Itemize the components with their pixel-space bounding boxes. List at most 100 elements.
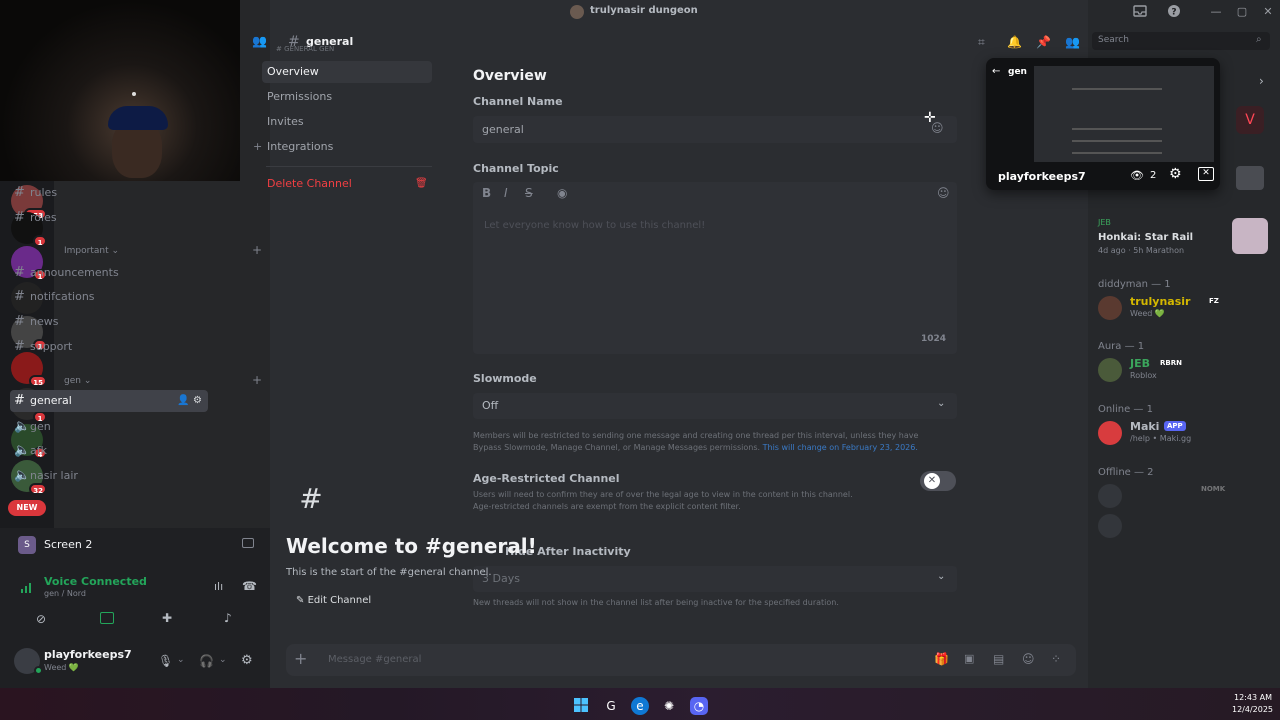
stream-thumbnail — [1034, 66, 1214, 162]
settings-nav-invites[interactable]: Invites — [262, 111, 432, 133]
topic-char-count: 1024 — [921, 334, 947, 344]
start-icon[interactable] — [572, 697, 590, 715]
microphone-icon[interactable]: 🎙 — [158, 654, 173, 668]
bold-icon[interactable]: B — [482, 186, 491, 200]
stream-preview-popup[interactable]: ← gen playforkeeps7 👁 2 ⚙ ✕ — [986, 58, 1220, 190]
channel-name-input[interactable]: general ☺ — [473, 116, 957, 143]
activity-title[interactable]: Honkai: Star Rail — [1098, 232, 1193, 243]
settings-nav-permissions[interactable]: Permissions — [262, 86, 432, 108]
sticker-icon[interactable]: ▤ — [993, 652, 1004, 666]
member-row[interactable]: NOMK — [1094, 482, 1274, 510]
add-attachment-icon[interactable]: + — [294, 649, 307, 668]
member-row[interactable]: Maki APP/help • Maki.gg — [1094, 419, 1274, 447]
channel-support[interactable]: # support — [10, 336, 208, 358]
user-settings-gear-icon[interactable]: ⚙ — [241, 653, 253, 668]
welcome-title: Welcome to #general! — [286, 534, 537, 558]
inactivity-select[interactable]: 3 Days ⌄ — [473, 566, 957, 592]
slowmode-change-link[interactable]: This will change on February 23, 2026. — [763, 443, 918, 452]
hash-icon: # — [14, 393, 25, 408]
delete-channel-button[interactable]: Delete Channel — [262, 173, 432, 195]
member-row[interactable]: JEB RBRN Roblox — [1094, 356, 1274, 384]
channel-name-value: general — [482, 123, 524, 136]
edit-channel-button[interactable]: ✎ Edit Channel — [296, 595, 371, 606]
threads-icon[interactable]: ⌗ — [978, 35, 985, 50]
voice-channel-afk[interactable]: 🔈 afk — [10, 440, 208, 462]
member-list-icon[interactable]: 👥 — [1065, 35, 1080, 49]
members-icon[interactable]: 👥 — [252, 34, 267, 48]
minimize-icon[interactable]: — — [1208, 4, 1224, 20]
channel-notifcations[interactable]: # notifcations — [10, 286, 208, 308]
game-icon[interactable]: V — [1236, 106, 1264, 134]
channel-news[interactable]: # news — [10, 311, 208, 333]
member-row[interactable]: trulynasir FZ Weed 💚 — [1094, 294, 1274, 322]
voice-channel-gen[interactable]: 🔈 gen — [10, 416, 208, 438]
category-important[interactable]: Important ⌄ — [64, 246, 119, 256]
back-arrow-icon[interactable]: ← — [992, 66, 1000, 77]
chatgpt-icon[interactable]: ✺ — [660, 697, 678, 715]
channel-roles[interactable]: # roles — [10, 207, 208, 229]
noise-suppression-icon[interactable]: ılı — [214, 580, 223, 593]
chevron-down-icon[interactable]: ⌄ — [219, 655, 227, 665]
help-icon[interactable]: ? — [1166, 4, 1182, 20]
edge-icon[interactable]: e — [631, 697, 649, 715]
username[interactable]: playforkeeps7 — [44, 648, 132, 661]
voice-channel-nasir-lair[interactable]: 🔈 nasir lair — [10, 465, 208, 487]
italic-icon[interactable]: I — [504, 186, 508, 200]
activities-icon[interactable]: ✚ — [162, 611, 172, 625]
category-gen[interactable]: gen ⌄ — [64, 376, 91, 386]
bell-icon[interactable]: 🔔 — [1007, 35, 1022, 49]
search-box[interactable]: Search ⌕ — [1092, 32, 1270, 50]
pencil-icon: ✎ — [296, 595, 308, 606]
pin-icon[interactable]: 📌 — [1036, 35, 1051, 49]
disconnect-icon[interactable]: ☎ — [242, 579, 257, 593]
new-servers-pill[interactable]: NEW — [8, 500, 46, 516]
channel-rules[interactable]: # rules — [10, 182, 208, 204]
g-hub-icon[interactable]: G — [602, 697, 620, 715]
member-status: /help • Maki.gg — [1130, 434, 1192, 443]
add-channel-icon[interactable]: + — [252, 243, 262, 257]
webcam-overlay — [0, 0, 240, 181]
voice-status: Voice Connected — [44, 575, 147, 588]
mention-badge: 15 — [29, 375, 47, 387]
message-composer[interactable]: + Message #general 🎁 ▣ ▤ ☺ ⁘ — [286, 644, 1076, 676]
emoji-icon[interactable]: ☺ — [937, 186, 950, 200]
channel-general[interactable]: # general 👤 ⚙ — [10, 390, 208, 412]
strikethrough-icon[interactable]: S — [525, 186, 533, 200]
channel-topic-input[interactable]: B I S ◉ ☺ Let everyone know how to use t… — [473, 182, 957, 354]
stop-stream-icon[interactable]: ✕ — [1198, 167, 1214, 181]
gear-icon[interactable]: ⚙ — [193, 395, 202, 406]
settings-nav-overview[interactable]: Overview — [262, 61, 432, 83]
inbox-icon[interactable] — [1132, 4, 1148, 20]
spoiler-icon[interactable]: ◉ — [557, 186, 567, 200]
webcam-light — [132, 92, 136, 96]
close-icon[interactable]: ✕ — [1260, 4, 1276, 20]
gift-icon[interactable]: 🎁 — [934, 652, 949, 666]
slowmode-select[interactable]: Off ⌄ — [473, 393, 957, 419]
channel-announcements[interactable]: # announcements — [10, 262, 208, 284]
member-row[interactable] — [1094, 512, 1274, 540]
settings-nav-integrations[interactable]: Integrations — [262, 136, 432, 158]
invite-icon[interactable]: 👤 — [177, 395, 189, 406]
screen-share-active-icon[interactable] — [100, 612, 114, 624]
chevron-down-icon[interactable]: ⌄ — [177, 655, 185, 665]
speaker-icon: 🔈 — [14, 419, 31, 434]
voice-channel-name[interactable]: gen / Nord — [44, 589, 86, 598]
gif-icon[interactable]: ▣ — [964, 652, 974, 665]
roblox-icon[interactable] — [1236, 166, 1264, 190]
chevron-right-icon[interactable]: › — [1259, 74, 1264, 88]
channel-actions: 👤 ⚙ — [177, 390, 202, 412]
camera-off-icon[interactable]: ⊘ — [36, 612, 46, 626]
chevron-down-icon: ⌄ — [83, 376, 92, 386]
age-restricted-toggle[interactable]: ✕ — [920, 471, 956, 491]
chevron-down-icon: ⌄ — [937, 398, 946, 409]
apps-icon[interactable]: ⁘ — [1051, 652, 1061, 666]
stream-settings-gear-icon[interactable]: ⚙ — [1169, 166, 1182, 182]
add-channel-icon[interactable]: + — [252, 373, 262, 387]
emoji-icon[interactable]: ☺ — [1022, 652, 1035, 666]
header-overlay-label: # GENERAL GEN — [276, 45, 335, 53]
soundboard-icon[interactable]: ♪ — [224, 611, 232, 625]
popout-icon[interactable] — [242, 538, 254, 548]
maximize-icon[interactable]: ▢ — [1234, 4, 1250, 20]
headphones-icon[interactable]: 🎧 — [199, 654, 214, 668]
discord-icon[interactable]: ◔ — [690, 697, 708, 715]
